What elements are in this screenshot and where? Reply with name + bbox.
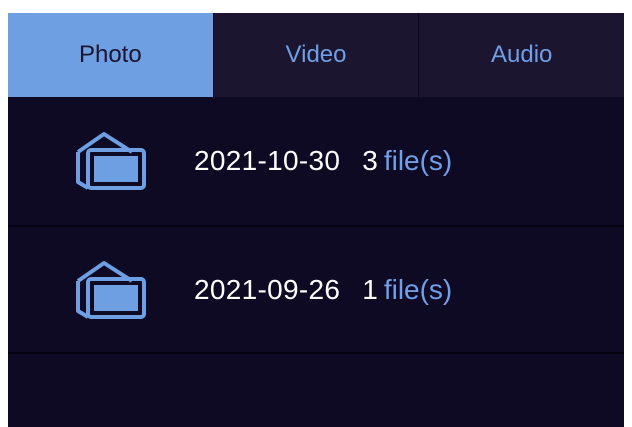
list-item[interactable]: 2021-10-30 3 file(s): [8, 97, 624, 227]
media-type-tabs: Photo Video Audio: [8, 13, 624, 97]
entry-date: 2021-10-30: [194, 145, 341, 176]
entry-file-count: 1: [362, 273, 378, 305]
entry-file-unit: file(s): [383, 145, 453, 176]
tab-video[interactable]: Video: [212, 13, 419, 97]
entry-file-count: 3: [362, 145, 378, 176]
entry-file-unit: file(s): [383, 273, 453, 305]
photo-stack-icon: [76, 132, 146, 190]
photo-stack-icon: [76, 260, 146, 319]
list-item[interactable]: 2021-09-26 1 file(s): [8, 227, 624, 354]
entry-date: 2021-09-26: [194, 273, 341, 305]
tab-photo[interactable]: Photo: [8, 13, 213, 97]
media-browser-screen: Photo Video Audio 2021-10-30 3 file(s) 2…: [8, 13, 624, 427]
photo-folder-list: 2021-10-30 3 file(s) 2021-09-26 1 file(s…: [8, 97, 624, 354]
tab-audio[interactable]: Audio: [418, 13, 624, 97]
